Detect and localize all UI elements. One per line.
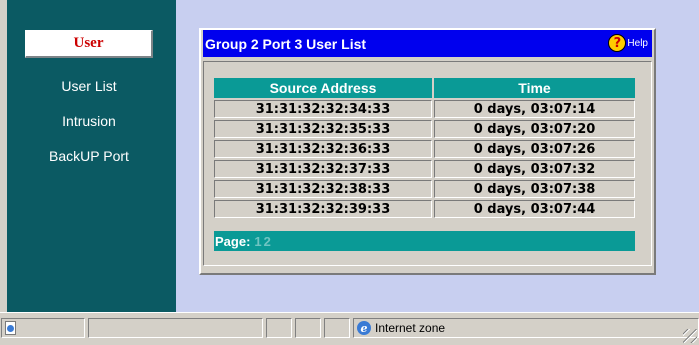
table-row: 31:31:32:32:35:33 0 days, 03:07:20 [214,120,635,138]
table-row: 31:31:32:32:34:33 0 days, 03:07:14 [214,100,635,118]
pagination-bar: Page: 1 2 [214,231,635,251]
tab-user-label: User [73,35,104,51]
source-address-cell: 31:31:32:32:37:33 [214,160,432,178]
time-cell: 0 days, 03:07:26 [434,140,635,158]
source-address-cell: 31:31:32:32:34:33 [214,100,432,118]
status-pane-page [1,318,85,338]
sidebar-item-intrusion[interactable]: Intrusion [25,113,153,129]
status-pane-blank [324,318,350,338]
status-bar: e Internet zone [0,312,699,345]
status-pane-lock [295,318,321,338]
resize-grip-icon[interactable] [683,329,697,343]
page-done-icon [5,321,16,335]
tab-user[interactable]: User [25,30,153,58]
zone-label: Internet zone [375,321,446,335]
time-cell: 0 days, 03:07:32 [434,160,635,178]
source-address-cell: 31:31:32:32:38:33 [214,180,432,198]
table-row: 31:31:32:32:39:33 0 days, 03:07:44 [214,200,635,218]
time-cell: 0 days, 03:07:38 [434,180,635,198]
sidebar-item-user-list[interactable]: User List [25,78,153,94]
help-button[interactable]: ? Help [608,34,648,52]
time-cell: 0 days, 03:07:44 [434,200,635,218]
time-cell: 0 days, 03:07:20 [434,120,635,138]
page-label: Page: [215,233,251,249]
column-header-time[interactable]: Time [434,78,635,98]
user-table: Source Address Time 31:31:32:32:34:33 0 … [212,76,637,220]
table-row: 31:31:32:32:36:33 0 days, 03:07:26 [214,140,635,158]
panel-header: Group 2 Port 3 User List ? Help [203,30,652,57]
source-address-cell: 31:31:32:32:35:33 [214,120,432,138]
table-row: 31:31:32:32:38:33 0 days, 03:07:38 [214,180,635,198]
table-row: 31:31:32:32:37:33 0 days, 03:07:32 [214,160,635,178]
source-address-cell: 31:31:32:32:36:33 [214,140,432,158]
source-address-cell: 31:31:32:32:39:33 [214,200,432,218]
status-pane-progress [266,318,292,338]
column-header-source-address[interactable]: Source Address [214,78,432,98]
panel-title: Group 2 Port 3 User List [205,35,367,52]
question-mark-icon: ? [608,34,627,52]
internet-explorer-icon: e [357,321,371,335]
page-link-2[interactable]: 2 [264,234,271,249]
sidebar-item-backup-port[interactable]: BackUP Port [25,148,153,164]
help-label: Help [627,37,648,49]
status-pane-message [88,318,263,338]
table-header-row: Source Address Time [214,78,635,98]
time-cell: 0 days, 03:07:14 [434,100,635,118]
page-link-1[interactable]: 1 [254,234,261,249]
status-pane-zone: e Internet zone [353,318,699,338]
